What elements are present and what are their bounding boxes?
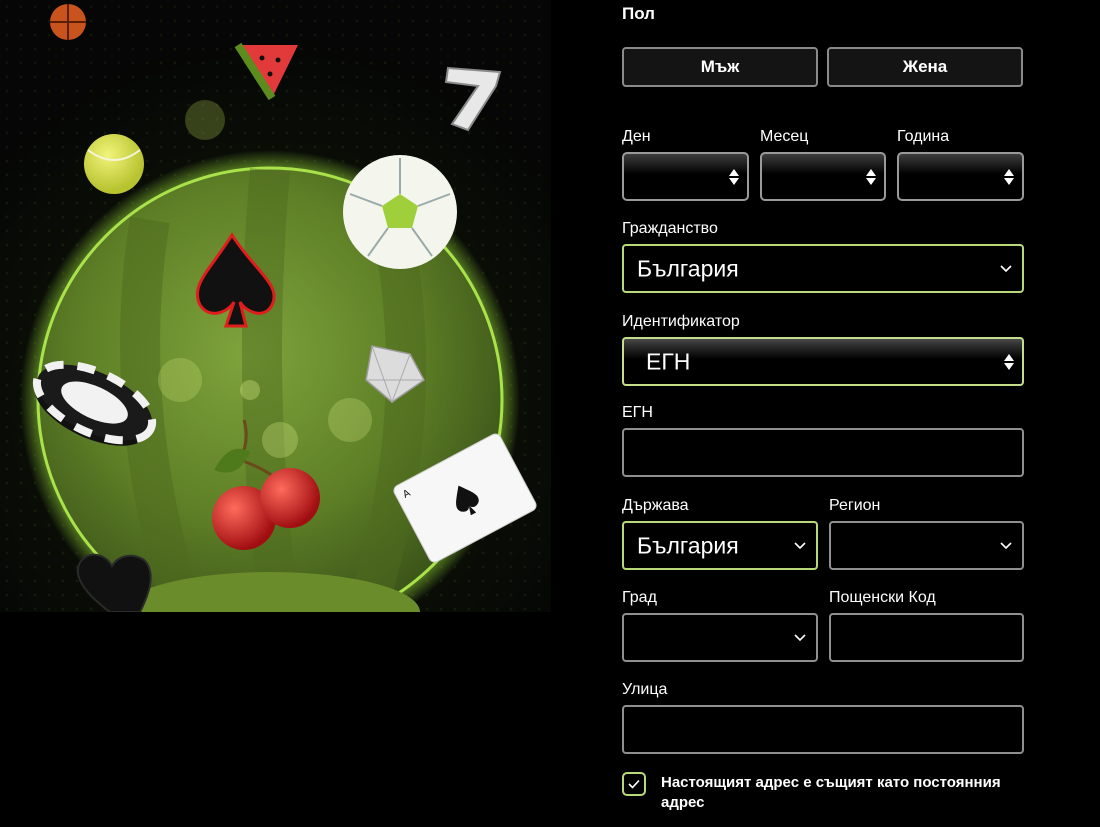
chevron-down-icon bbox=[794, 633, 806, 641]
gender-label: Пол bbox=[622, 4, 655, 23]
identifier-value: ЕГН bbox=[646, 348, 691, 374]
chevron-down-icon bbox=[1000, 264, 1012, 272]
region-label: Регион bbox=[829, 497, 881, 514]
day-label: Ден bbox=[622, 128, 651, 145]
postal-label: Пощенски Код bbox=[829, 589, 936, 606]
chevron-down-icon bbox=[794, 541, 806, 549]
street-input[interactable] bbox=[622, 705, 1024, 754]
basketball-icon bbox=[50, 4, 86, 40]
citizenship-label: Гражданство bbox=[622, 220, 718, 237]
identifier-select[interactable]: ЕГН bbox=[622, 337, 1024, 386]
month-label: Месец bbox=[760, 128, 809, 145]
checkmark-icon bbox=[628, 779, 640, 789]
country-label: Държава bbox=[622, 497, 689, 514]
male-button[interactable]: Мъж bbox=[622, 47, 818, 87]
address-same-label: Настоящият адрес е същият като постоянни… bbox=[661, 774, 1001, 811]
chevron-down-icon bbox=[1000, 541, 1012, 549]
year-select[interactable] bbox=[897, 152, 1024, 201]
identifier-label: Идентификатор bbox=[622, 313, 740, 330]
country-select[interactable]: България bbox=[622, 521, 818, 570]
female-button[interactable]: Жена bbox=[827, 47, 1023, 87]
region-select[interactable] bbox=[829, 521, 1024, 570]
month-select[interactable] bbox=[760, 152, 886, 201]
street-label: Улица bbox=[622, 681, 668, 698]
stepper-arrows-icon bbox=[866, 168, 876, 185]
casino-artwork: A bbox=[20, 4, 537, 612]
country-value: България bbox=[637, 532, 739, 558]
stepper-arrows-icon bbox=[729, 168, 739, 185]
postal-code-input[interactable] bbox=[829, 613, 1024, 662]
stepper-arrows-icon bbox=[1004, 168, 1014, 185]
soccer-ball-icon bbox=[343, 155, 457, 269]
tennis-ball-icon bbox=[84, 134, 144, 194]
egn-label: ЕГН bbox=[622, 404, 653, 421]
lucky-seven-icon bbox=[444, 66, 502, 132]
citizenship-select[interactable]: България bbox=[622, 244, 1024, 293]
stepper-arrows-icon bbox=[1004, 353, 1014, 370]
citizenship-value: България bbox=[637, 255, 739, 281]
city-select[interactable] bbox=[622, 613, 818, 662]
heart-icon bbox=[76, 553, 152, 612]
watermelon-slice-icon bbox=[234, 42, 298, 101]
city-label: Град bbox=[622, 589, 657, 606]
day-select[interactable] bbox=[622, 152, 749, 201]
hero-illustration: A bbox=[0, 0, 551, 612]
egn-input[interactable] bbox=[622, 428, 1024, 477]
address-same-checkbox[interactable] bbox=[622, 772, 646, 796]
year-label: Година bbox=[897, 128, 950, 145]
